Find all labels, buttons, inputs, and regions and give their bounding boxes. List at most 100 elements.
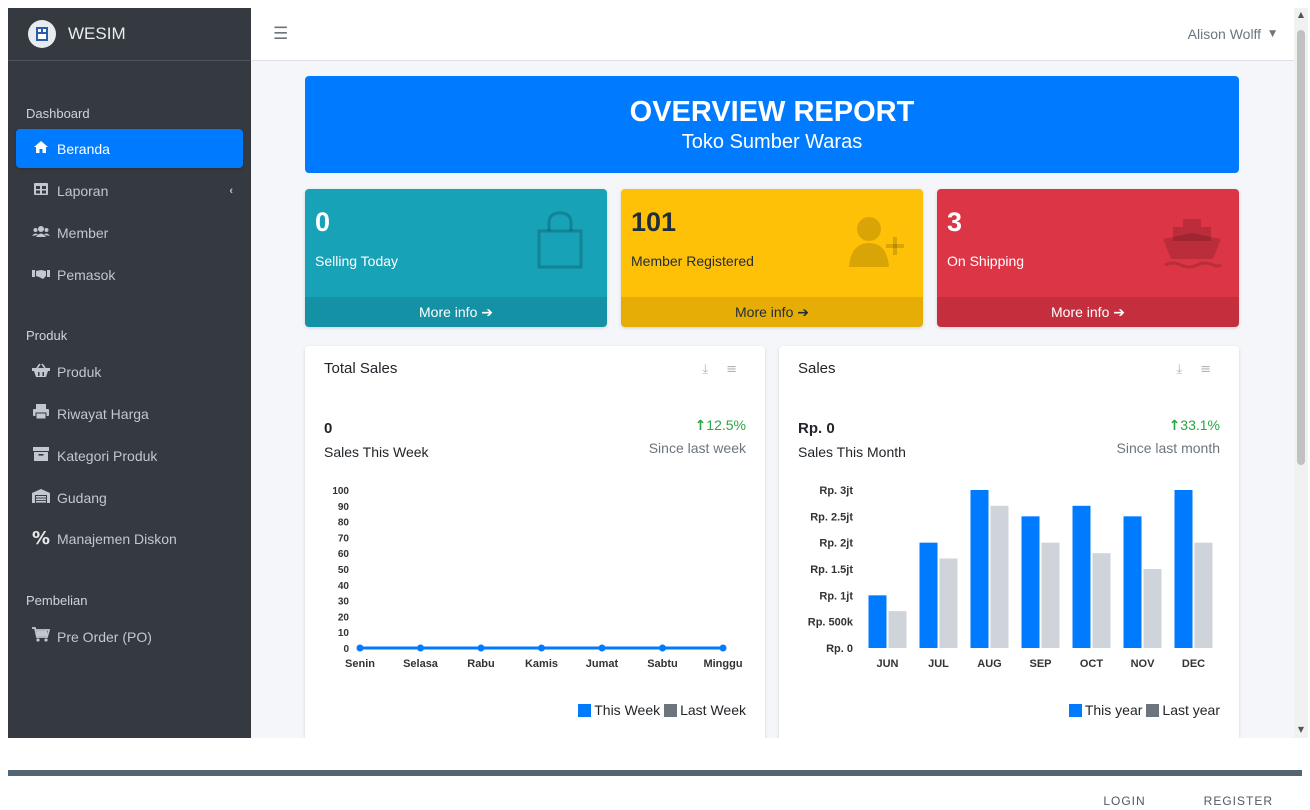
bar-chart: Rp. 0 Rp. 500k Rp. 1jt Rp. 1.5jt Rp. 2jt Rp. … [808, 485, 1213, 670]
register-link[interactable]: REGISTER [1204, 794, 1273, 808]
home-icon [31, 140, 51, 158]
sidebar: WESIM Dashboard Beranda Laporan ‹ Member… [8, 8, 251, 738]
sidebar-item-riwayat-harga[interactable]: Riwayat Harga [16, 394, 243, 433]
y-tick-label: 0 [343, 644, 349, 655]
data-point [477, 644, 485, 652]
sidebar-item-label: Kategori Produk [57, 447, 158, 464]
arrow-up-icon: ↑ [694, 418, 707, 434]
x-tick-label: OCT [1080, 658, 1104, 670]
warehouse-icon [31, 488, 51, 507]
scroll-down-arrow-icon[interactable]: ▼ [1294, 725, 1308, 734]
menu-icon[interactable]: ≡ [726, 362, 737, 377]
user-menu[interactable]: Alison Wolff ▼ [1188, 26, 1276, 42]
y-tick-label: 100 [332, 486, 349, 497]
bar [1041, 542, 1060, 648]
x-tick-label: NOV [1131, 658, 1156, 670]
sidebar-item-label: Produk [57, 363, 102, 380]
sidebar-item-laporan[interactable]: Laporan ‹ [16, 171, 243, 210]
download-icon[interactable]: ⤓ [1176, 362, 1182, 377]
bar [939, 558, 958, 648]
change-percent: ↑33.1% [1169, 417, 1220, 434]
menu-toggle-icon[interactable]: ☰ [273, 24, 288, 44]
page-scrollbar[interactable]: ▲ ▼ [1294, 8, 1308, 738]
y-tick-label: Rp. 3jt [819, 485, 853, 497]
more-info-link[interactable]: More info ➔ [621, 297, 923, 327]
nav-header-dashboard: Dashboard [26, 106, 90, 121]
nav-header-pembelian: Pembelian [26, 593, 88, 608]
main-content: OVERVIEW REPORT Toko Sumber Waras 0 Sell… [251, 61, 1294, 738]
bar [1072, 505, 1091, 648]
sidebar-item-label: Member [57, 224, 109, 241]
x-tick-label: JUN [876, 658, 898, 670]
arrow-circle-right-icon: ➔ [797, 305, 809, 321]
y-tick-label: Rp. 1.5jt [810, 564, 853, 576]
card-title: Sales [798, 360, 836, 377]
table-icon [31, 182, 51, 200]
data-point [356, 644, 364, 652]
sidebar-item-pemasok[interactable]: Pemasok [16, 255, 243, 294]
sidebar-item-label: Manajemen Diskon [57, 530, 177, 547]
stat-label: Member Registered [631, 253, 754, 269]
x-tick-label: JUL [928, 658, 949, 670]
ship-icon [1163, 219, 1222, 269]
data-point [598, 644, 606, 652]
login-link[interactable]: LOGIN [1103, 794, 1145, 808]
x-tick-label: Kamis [525, 658, 558, 670]
sales-month-label: Sales This Month [798, 444, 906, 460]
stat-box-member-registered: 101 Member Registered More info ➔ [621, 189, 923, 327]
chevron-left-icon: ‹ [229, 184, 233, 197]
legend-swatch [1068, 703, 1082, 717]
bar [1143, 569, 1162, 648]
data-point [659, 644, 666, 652]
menu-icon[interactable]: ≡ [1200, 362, 1211, 377]
bar [868, 595, 887, 648]
change-value: 12.5% [706, 417, 746, 433]
more-info-link[interactable]: More info ➔ [305, 297, 607, 327]
card-title: Total Sales [324, 360, 398, 377]
brand-link[interactable]: WESIM [8, 8, 251, 61]
download-icon[interactable]: ⤓ [702, 362, 708, 377]
bar [1092, 553, 1111, 648]
sidebar-item-kategori-produk[interactable]: Kategori Produk [16, 436, 243, 475]
users-icon [31, 224, 51, 242]
stat-box-on-shipping: 3 On Shipping More info ➔ [937, 189, 1239, 327]
sales-week-label: Sales This Week [324, 444, 429, 460]
sidebar-item-gudang[interactable]: Gudang [16, 478, 243, 517]
card-tools: ⤓ ≡ [1176, 362, 1211, 377]
y-tick-label: 50 [338, 565, 350, 576]
bottom-divider [8, 770, 1302, 776]
scroll-up-arrow-icon[interactable]: ▲ [1294, 10, 1308, 19]
sidebar-item-beranda[interactable]: Beranda [16, 129, 243, 168]
legend-label: Last year [1162, 702, 1220, 718]
sidebar-item-pre-order[interactable]: Pre Order (PO) [16, 617, 243, 656]
y-tick-label: 60 [338, 549, 350, 560]
banner-title: OVERVIEW REPORT [629, 96, 915, 128]
brand-logo [28, 20, 56, 48]
print-icon [31, 404, 51, 423]
legend-label: This Week [594, 702, 661, 718]
cart-icon [31, 627, 51, 646]
stat-label: Selling Today [315, 253, 399, 269]
archive-icon [31, 446, 51, 465]
more-info-link[interactable]: More info ➔ [937, 297, 1239, 327]
sidebar-item-produk[interactable]: Produk [16, 352, 243, 391]
y-tick-label: 40 [338, 581, 350, 592]
sidebar-item-member[interactable]: Member [16, 213, 243, 252]
stat-value: 3 [947, 207, 963, 237]
change-value: 33.1% [1180, 417, 1220, 433]
data-point [719, 644, 727, 652]
scroll-thumb[interactable] [1297, 30, 1305, 465]
bar [1194, 542, 1213, 648]
user-plus-icon [849, 217, 904, 267]
x-tick-label: Jumat [586, 658, 619, 670]
y-tick-label: 20 [338, 612, 350, 623]
stat-box-selling-today: 0 Selling Today More info ➔ [305, 189, 607, 327]
more-info-label: More info [1051, 304, 1110, 320]
since-label: Since last week [648, 440, 746, 456]
x-tick-label: Sabtu [647, 658, 678, 670]
legend-label: This year [1084, 702, 1143, 718]
sidebar-item-label: Laporan [57, 182, 109, 199]
sidebar-item-label: Gudang [57, 489, 107, 506]
sidebar-item-manajemen-diskon[interactable]: % Manajemen Diskon [16, 519, 243, 558]
x-tick-label: SEP [1029, 658, 1051, 670]
